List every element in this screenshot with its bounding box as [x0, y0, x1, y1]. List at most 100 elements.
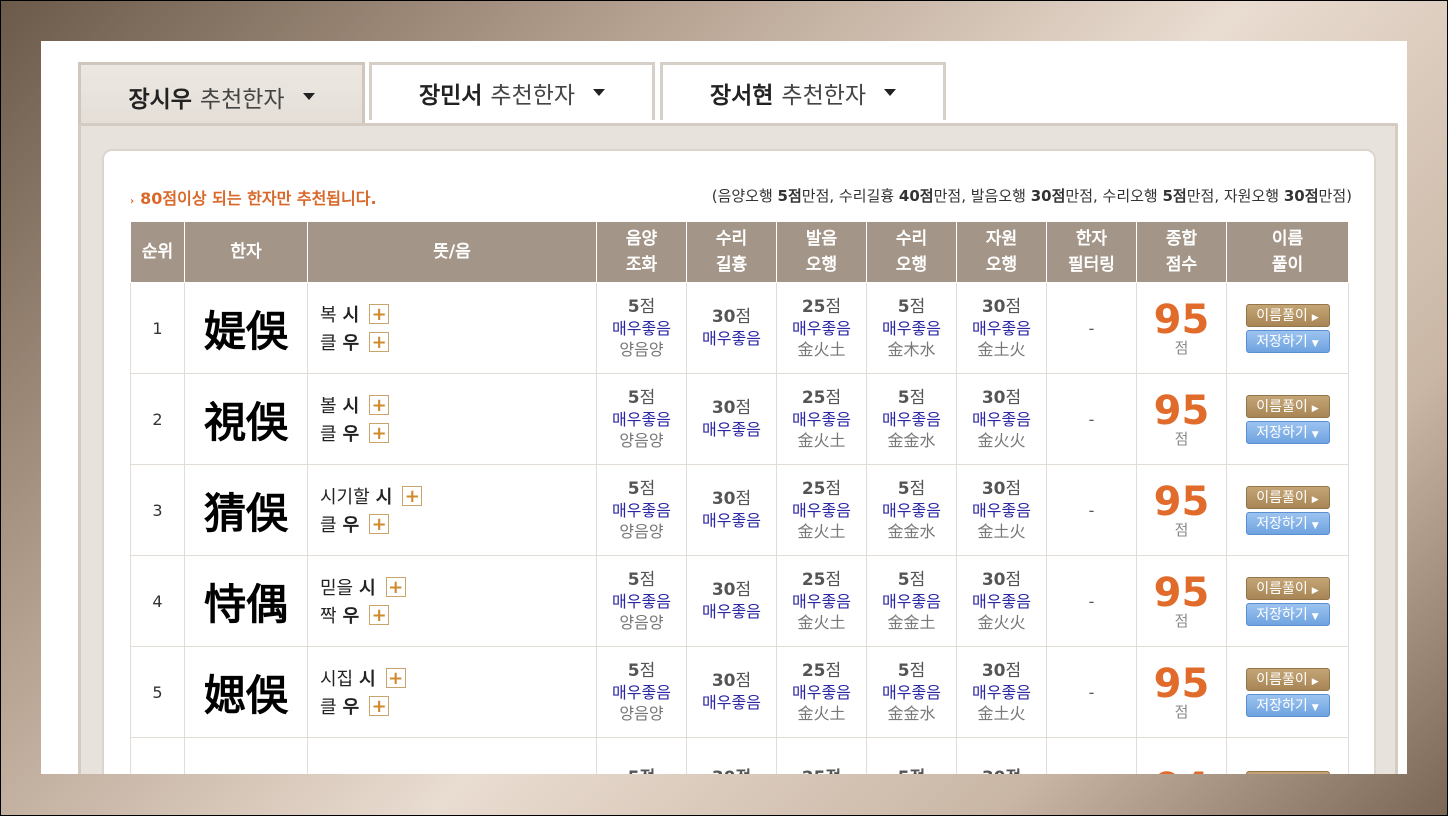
jawon-cell: 30점 매우좋음 金土火 [956, 464, 1047, 556]
filter-cell: - [1046, 373, 1137, 465]
pron-cell: 25점 매우좋음 金火土 [776, 555, 867, 647]
plus-icon[interactable]: + [369, 304, 390, 324]
header-interp: 이름 풀이 [1226, 221, 1349, 283]
plus-icon[interactable]: + [385, 577, 406, 597]
caret-down-icon [302, 93, 315, 100]
grade-text: 매우좋음 [792, 500, 851, 520]
grade-text: 매우좋음 [612, 591, 671, 611]
detail-text: 金金水 [887, 521, 936, 541]
detail-text: 金火土 [797, 612, 846, 632]
filter-cell: - [1046, 646, 1137, 738]
caret-down-icon: ▼ [1311, 338, 1319, 349]
interp-button[interactable]: 이름풀이 ▶ [1245, 485, 1330, 509]
interp-button[interactable]: 이름풀이 ▶ [1245, 667, 1330, 691]
jawon-cell: 30점 매우좋음 金土火 [956, 646, 1047, 738]
caret-down-icon: ▼ [1311, 429, 1319, 440]
tab-name-3[interactable]: 장서현 추천한자 [660, 62, 946, 120]
detail-text: 金木水 [887, 339, 936, 359]
grade-text: 매우좋음 [972, 591, 1031, 611]
header-filter: 한자 필터링 [1046, 221, 1137, 283]
save-button[interactable]: 저장하기 ▼ [1245, 420, 1330, 444]
tab-surname: 장민서 [418, 82, 483, 109]
save-button[interactable]: 저장하기 ▼ [1245, 693, 1330, 717]
table-row: 3 猜俁 시기할 시 + 클 우 + 5점 매우좋음 양음양 30점 매우좋음 25점 … [130, 464, 1349, 556]
table-row: 5점 30점 25점 5점 30점 94 이름풀이 [130, 737, 1349, 774]
tab-content: › 80점이상 되는 한자만 추천됩니다. (음양오행 5점만점, 수리길흉 40… [78, 123, 1398, 774]
interp-button[interactable]: 이름풀이 ▶ [1245, 576, 1330, 600]
hanja-cell: 媤俁 [184, 646, 308, 738]
tab-name-1[interactable]: 장시우 추천한자 [78, 62, 365, 128]
detail-text: 金火火 [977, 612, 1026, 632]
filter-cell: - [1046, 282, 1137, 374]
suri5-cell: 5점 매우좋음 金金土 [866, 555, 957, 647]
suri5-cell: 5점 매우좋음 金金水 [866, 464, 957, 556]
grade-text: 매우좋음 [882, 591, 941, 611]
jawon-cell: 30점 매우좋음 金土火 [956, 282, 1047, 374]
plus-icon[interactable]: + [402, 486, 423, 506]
tab-surname: 장서현 [709, 82, 774, 109]
plus-icon[interactable]: + [369, 332, 390, 352]
save-button[interactable]: 저장하기 ▼ [1245, 329, 1330, 353]
tab-name-2[interactable]: 장민서 추천한자 [369, 62, 655, 120]
suri-cell: 30점 매우좋음 [686, 464, 777, 556]
grade-text: 매우좋음 [792, 318, 851, 338]
total-score: 95 [1153, 570, 1210, 616]
pron-cell: 25점 매우좋음 金火土 [776, 464, 867, 556]
meaning-cell: 믿을 시 + 짝 우 + [307, 555, 597, 647]
yinyang-cell: 5점 매우좋음 양음양 [596, 464, 687, 556]
grade-text: 매우좋음 [702, 420, 761, 439]
total-cell: 95 점 [1136, 555, 1227, 647]
detail-text: 金土火 [977, 703, 1026, 723]
yinyang-cell: 5점 매우좋음 양음양 [596, 646, 687, 738]
plus-icon[interactable]: + [369, 423, 390, 443]
caret-down-icon [593, 89, 606, 96]
jawon-cell: 30점 매우좋음 金火火 [956, 555, 1047, 647]
grade-text: 매우좋음 [792, 682, 851, 702]
content-panel: 장시우 추천한자 장민서 추천한자 장서현 추천한자 › 80점이상 되는 한자만… [41, 41, 1407, 774]
table-header: 순위 한자 뜻/음 음양 조화 수리 길흉 발음 오행 수리 오행 자원 오행 한자 필터링… [130, 221, 1349, 283]
meaning-cell: 시기할 시 + 클 우 + [307, 464, 597, 556]
hanja-cell: 視俁 [184, 373, 308, 465]
suri-cell: 30점 매우좋음 [686, 646, 777, 738]
caret-down-icon: ▼ [1311, 520, 1319, 531]
grade-text: 매우좋음 [882, 682, 941, 702]
interp-button[interactable]: 이름풀이 [1245, 771, 1330, 774]
detail-text: 양음양 [619, 430, 664, 450]
suri5-cell: 5점 매우좋음 金金水 [866, 646, 957, 738]
grade-text: 매우좋음 [972, 500, 1031, 520]
interp-button[interactable]: 이름풀이 ▶ [1245, 394, 1330, 418]
grade-text: 매우좋음 [702, 602, 761, 621]
save-button[interactable]: 저장하기 ▼ [1245, 602, 1330, 626]
header-jawon: 자원 오행 [956, 221, 1047, 283]
grade-text: 매우좋음 [612, 500, 671, 520]
grade-text: 매우좋음 [702, 693, 761, 712]
plus-icon[interactable]: + [369, 395, 390, 415]
pron-cell: 25점 매우좋음 金火土 [776, 373, 867, 465]
pron-cell: 25점 매우좋음 金火土 [776, 646, 867, 738]
interp-cell: 이름풀이 ▶ 저장하기 ▼ [1226, 555, 1349, 647]
plus-icon[interactable]: + [369, 696, 390, 716]
yinyang-cell: 5점 매우좋음 양음양 [596, 282, 687, 374]
total-score: 95 [1153, 388, 1210, 434]
caret-down-icon: ▼ [1311, 611, 1319, 622]
header-pron: 발음 오행 [776, 221, 867, 283]
detail-text: 양음양 [619, 521, 664, 541]
tab-label: 추천한자 [199, 86, 285, 113]
grade-text: 매우좋음 [882, 409, 941, 429]
header-suri5: 수리 오행 [866, 221, 957, 283]
interp-button[interactable]: 이름풀이 ▶ [1245, 303, 1330, 327]
grade-text: 매우좋음 [612, 409, 671, 429]
plus-icon[interactable]: + [369, 514, 390, 534]
arrow-right-icon: ▶ [1311, 585, 1319, 596]
bullet-icon: › [130, 196, 135, 207]
plus-icon[interactable]: + [369, 605, 390, 625]
tab-label: 추천한자 [781, 82, 867, 109]
detail-text: 金金水 [887, 430, 936, 450]
total-score: 95 [1153, 661, 1210, 707]
save-button[interactable]: 저장하기 ▼ [1245, 511, 1330, 535]
grade-text: 매우좋음 [612, 682, 671, 702]
rank-cell: 1 [130, 282, 185, 374]
plus-icon[interactable]: + [385, 668, 406, 688]
detail-text: 양음양 [619, 612, 664, 632]
total-cell: 95 점 [1136, 646, 1227, 738]
